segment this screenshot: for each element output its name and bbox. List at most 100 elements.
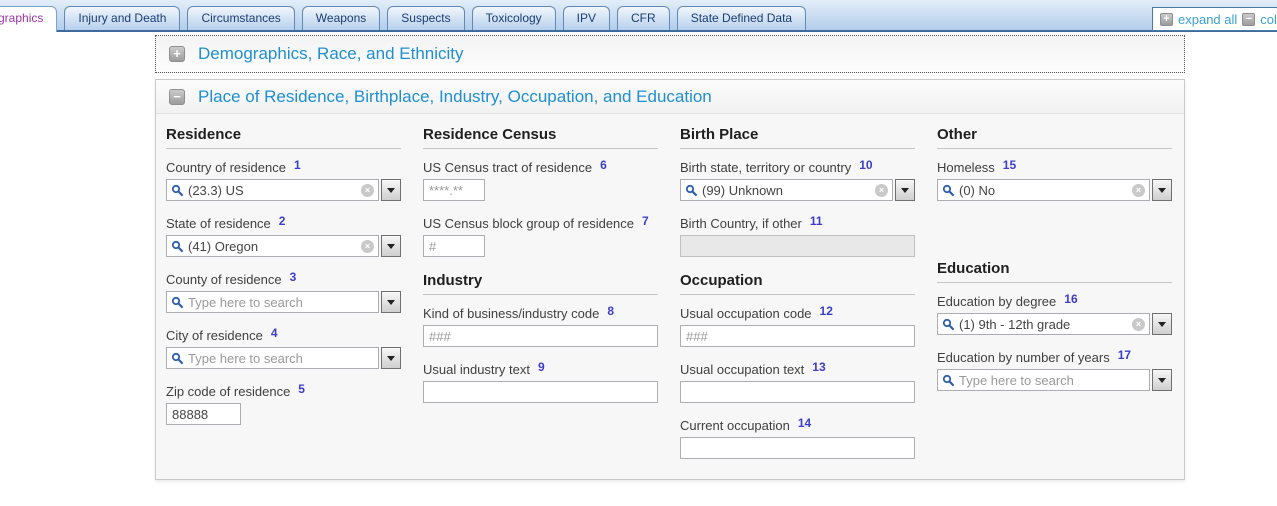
field-number: 6 [600,158,607,172]
dropdown-button[interactable] [1152,313,1172,335]
combo-value: (0) No [959,183,995,198]
field-number: 16 [1064,292,1077,306]
dropdown-button[interactable] [381,291,401,313]
clear-icon[interactable]: × [1132,318,1145,331]
expand-all-icon[interactable]: + [1160,13,1173,26]
census-tract-input[interactable] [423,179,485,201]
field-census-tract: US Census tract of residence 6 [423,160,658,201]
search-icon [171,296,184,309]
field-label: Country of residence [166,160,286,175]
field-number: 17 [1118,348,1131,362]
chevron-down-icon [387,244,395,249]
combo-placeholder: Type here to search [188,295,303,310]
dropdown-button[interactable] [895,179,915,201]
clear-icon[interactable]: × [361,184,374,197]
homeless-combo[interactable]: (0) No × [937,179,1172,201]
tab-injury-and-death[interactable]: Injury and Death [64,6,180,30]
business-industry-code-input[interactable] [423,325,658,347]
field-label: Usual occupation text [680,362,804,377]
sections-container: + Demographics, Race, and Ethnicity − Pl… [155,35,1185,480]
field-number: 12 [820,304,833,318]
education-by-years-combo[interactable]: Type here to search [937,369,1172,391]
field-label: Education by degree [937,294,1056,309]
usual-industry-text-input[interactable] [423,381,658,403]
field-education-by-degree: Education by degree 16 (1) 9th - 12th gra… [937,294,1172,335]
tab-toxicology[interactable]: Toxicology [472,6,556,30]
field-label: County of residence [166,272,282,287]
education-by-degree-combo[interactable]: (1) 9th - 12th grade × [937,313,1172,335]
section-header-place-of-residence[interactable]: − Place of Residence, Birthplace, Indust… [156,80,1184,114]
tab-ipv[interactable]: IPV [563,6,610,30]
field-label: Usual occupation code [680,306,812,321]
group-header-education: Education [937,260,1172,283]
expand-all-link[interactable]: expand all [1178,12,1237,27]
search-icon [685,184,698,197]
field-country-of-residence: Country of residence 1 (23.3) US × [166,160,401,201]
expand-section-icon[interactable]: + [169,46,185,62]
census-block-group-input[interactable] [423,235,485,257]
collapse-section-icon[interactable]: − [169,89,185,105]
field-number: 1 [294,158,301,172]
tab-weapons[interactable]: Weapons [302,6,380,30]
chevron-down-icon [901,188,909,193]
dropdown-button[interactable] [381,235,401,257]
field-usual-occupation-code: Usual occupation code 12 [680,306,915,347]
field-number: 4 [271,326,278,340]
field-education-by-years: Education by number of years 17 Type here… [937,350,1172,391]
combo-value: (99) Unknown [702,183,783,198]
field-label: Kind of business/industry code [423,306,599,321]
field-label: Education by number of years [937,350,1110,365]
tab-suspects[interactable]: Suspects [387,6,464,30]
dropdown-button[interactable] [1152,369,1172,391]
usual-occupation-text-input[interactable] [680,381,915,403]
county-of-residence-combo[interactable]: Type here to search [166,291,401,313]
search-icon [171,184,184,197]
collapse-all-icon[interactable]: − [1242,13,1255,26]
state-of-residence-combo[interactable]: (41) Oregon × [166,235,401,257]
combo-value: (41) Oregon [188,239,258,254]
column-other-education: Other Homeless15 (0) No × Educatio [937,126,1172,479]
tab-cfr[interactable]: CFR [617,6,670,30]
section-place-of-residence: − Place of Residence, Birthplace, Indust… [155,79,1185,480]
column-residence: Residence Country of residence 1 (23.3) U… [166,126,401,479]
section-header-demographics-race-ethnicity[interactable]: + Demographics, Race, and Ethnicity [155,35,1185,73]
field-census-block-group: US Census block group of residence7 [423,216,658,257]
dropdown-button[interactable] [381,179,401,201]
clear-icon[interactable]: × [1132,184,1145,197]
current-occupation-input[interactable] [680,437,915,459]
field-state-of-residence: State of residence2 (41) Oregon × [166,216,401,257]
field-number: 7 [642,214,649,228]
chevron-down-icon [387,356,395,361]
field-number: 15 [1003,158,1016,172]
field-homeless: Homeless15 (0) No × [937,160,1172,201]
birth-country-input [680,235,915,257]
field-number: 13 [812,360,825,374]
birth-state-combo[interactable]: (99) Unknown × [680,179,915,201]
collapse-all-link[interactable]: collapse all [1260,12,1277,27]
field-business-industry-code: Kind of business/industry code 8 [423,306,658,347]
group-header-residence: Residence [166,126,401,149]
field-city-of-residence: City of residence4 Type here to search [166,328,401,369]
section-title: Place of Residence, Birthplace, Industry… [198,87,712,107]
city-of-residence-combo[interactable]: Type here to search [166,347,401,369]
clear-icon[interactable]: × [361,240,374,253]
field-number: 8 [607,304,614,318]
combo-value: (1) 9th - 12th grade [959,317,1070,332]
tab-state-defined-data[interactable]: State Defined Data [677,6,806,30]
tab-demographics[interactable]: Demographics [0,6,57,32]
field-number: 14 [798,416,811,430]
tab-circumstances[interactable]: Circumstances [187,6,294,30]
zip-code-input[interactable] [166,403,241,425]
search-icon [942,318,955,331]
field-label: Zip code of residence [166,384,290,399]
field-label: US Census tract of residence [423,160,592,175]
group-header-industry: Industry [423,272,658,295]
usual-occupation-code-input[interactable] [680,325,915,347]
clear-icon[interactable]: × [875,184,888,197]
chevron-down-icon [1158,378,1166,383]
combo-placeholder: Type here to search [959,373,1074,388]
dropdown-button[interactable] [381,347,401,369]
dropdown-button[interactable] [1152,179,1172,201]
country-of-residence-combo[interactable]: (23.3) US × [166,179,401,201]
column-residence-census-industry: Residence Census US Census tract of resi… [423,126,658,479]
